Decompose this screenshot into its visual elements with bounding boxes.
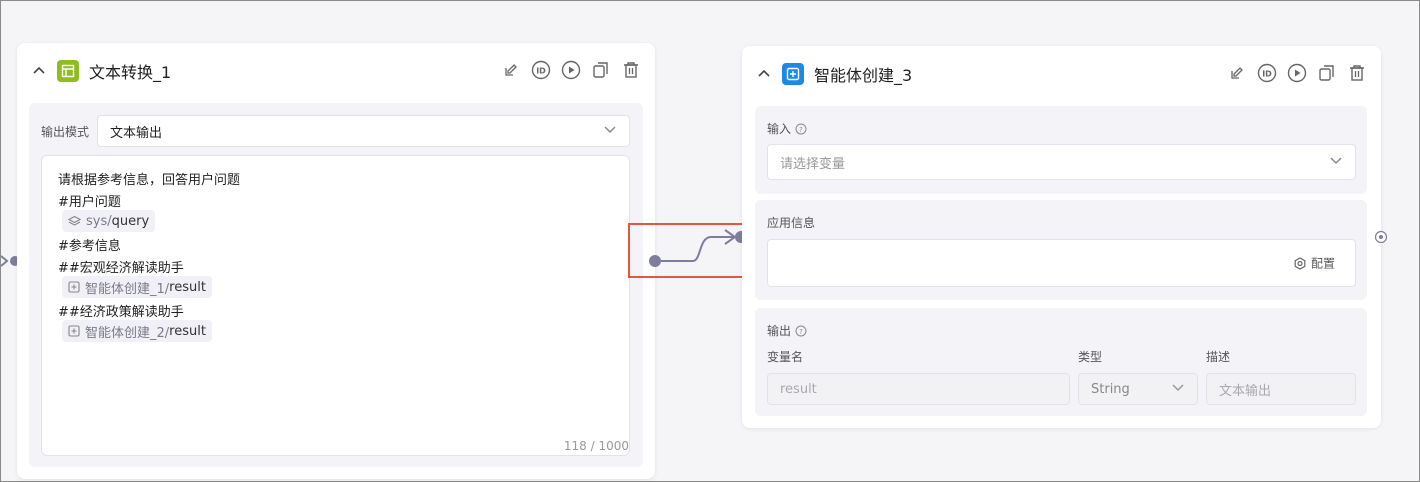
input-label: 输入?	[767, 120, 807, 137]
editor-line: ##经济政策解读助手	[58, 305, 184, 320]
collapse-chevron-icon[interactable]	[31, 63, 47, 79]
col-type: 类型	[1078, 350, 1103, 364]
variable-tag-agent-1-result[interactable]: 智能体创建_1/result	[62, 276, 212, 298]
output-desc-input: 文本输出	[1206, 373, 1356, 405]
agent-create-node[interactable]: 智能体创建_3 ID 输入? 请选择变量 应用信息 配置 输出 ? 变量名 类型…	[742, 46, 1381, 428]
delete-icon[interactable]	[621, 60, 641, 80]
editor-line: #参考信息	[58, 239, 121, 254]
layers-icon	[68, 215, 81, 226]
app-info-field[interactable]: 配置	[767, 239, 1356, 287]
tag-prefix: 智能体创建_2/	[85, 325, 170, 341]
input-placeholder: 请选择变量	[780, 156, 846, 172]
gear-icon	[1294, 256, 1306, 270]
chevron-down-icon	[1171, 380, 1185, 398]
char-counter: 118 / 1000	[563, 439, 629, 453]
tag-prefix: 智能体创建_1/	[85, 281, 170, 297]
id-icon[interactable]: ID	[531, 60, 551, 80]
output-mode-value: 文本输出	[110, 125, 163, 141]
svg-text:?: ?	[799, 328, 803, 336]
connection-edge[interactable]	[641, 225, 753, 273]
editor-line: #用户问题	[58, 195, 121, 210]
text-transform-node[interactable]: 文本转换_1 ID 输出模式 文本输出 请根据参考信息，回答用户问题 #用户问题…	[17, 43, 655, 479]
col-var-name: 变量名	[767, 350, 804, 364]
tag-name: result	[169, 323, 206, 339]
editor-line: ##宏观经济解读助手	[58, 261, 184, 276]
node-toolbar: ID	[501, 60, 641, 80]
run-icon[interactable]	[561, 60, 581, 80]
output-mode-label: 输出模式	[41, 125, 90, 139]
tag-name: query	[111, 213, 150, 229]
node-toolbar: ID	[1227, 63, 1367, 83]
output-var-name-input: result	[767, 373, 1070, 405]
collapse-chevron-icon[interactable]	[756, 66, 772, 82]
output-mode-select[interactable]: 文本输出	[97, 115, 630, 147]
variable-tag-sys-query[interactable]: sys/query	[62, 210, 156, 232]
editor-line: 请根据参考信息，回答用户问题	[58, 173, 241, 188]
node-title: 智能体创建_3	[814, 66, 913, 85]
template-editor[interactable]: 请根据参考信息，回答用户问题 #用户问题 sys/query #参考信息 ##宏…	[41, 155, 630, 456]
output-type-select: String	[1078, 373, 1198, 405]
copy-icon[interactable]	[1317, 63, 1337, 83]
edit-icon[interactable]	[501, 60, 521, 80]
tag-prefix: sys/	[86, 213, 112, 229]
text-node-icon	[57, 60, 79, 82]
svg-text:ID: ID	[1262, 70, 1272, 79]
variable-tag-agent-2-result[interactable]: 智能体创建_2/result	[62, 320, 212, 342]
config-button[interactable]: 配置	[1293, 255, 1335, 272]
edit-icon[interactable]	[1227, 63, 1247, 83]
agent-node-icon	[782, 63, 804, 85]
output-label: 输出?	[767, 322, 807, 339]
app-info-label: 应用信息	[767, 216, 816, 230]
chevron-down-icon	[1329, 153, 1343, 171]
output-port[interactable]	[1374, 230, 1388, 244]
agent-small-icon	[68, 281, 80, 293]
help-icon: ?	[795, 123, 807, 135]
copy-icon[interactable]	[591, 60, 611, 80]
id-icon[interactable]: ID	[1257, 63, 1277, 83]
help-icon: ?	[795, 325, 807, 337]
svg-text:ID: ID	[536, 67, 546, 76]
svg-text:?: ?	[799, 126, 803, 134]
tag-name: result	[169, 279, 206, 295]
col-desc: 描述	[1206, 350, 1231, 364]
run-icon[interactable]	[1287, 63, 1307, 83]
input-variable-select[interactable]: 请选择变量	[767, 144, 1356, 180]
chevron-down-icon	[603, 122, 617, 140]
node-title: 文本转换_1	[89, 63, 172, 82]
agent-small-icon	[68, 325, 80, 337]
delete-icon[interactable]	[1347, 63, 1367, 83]
